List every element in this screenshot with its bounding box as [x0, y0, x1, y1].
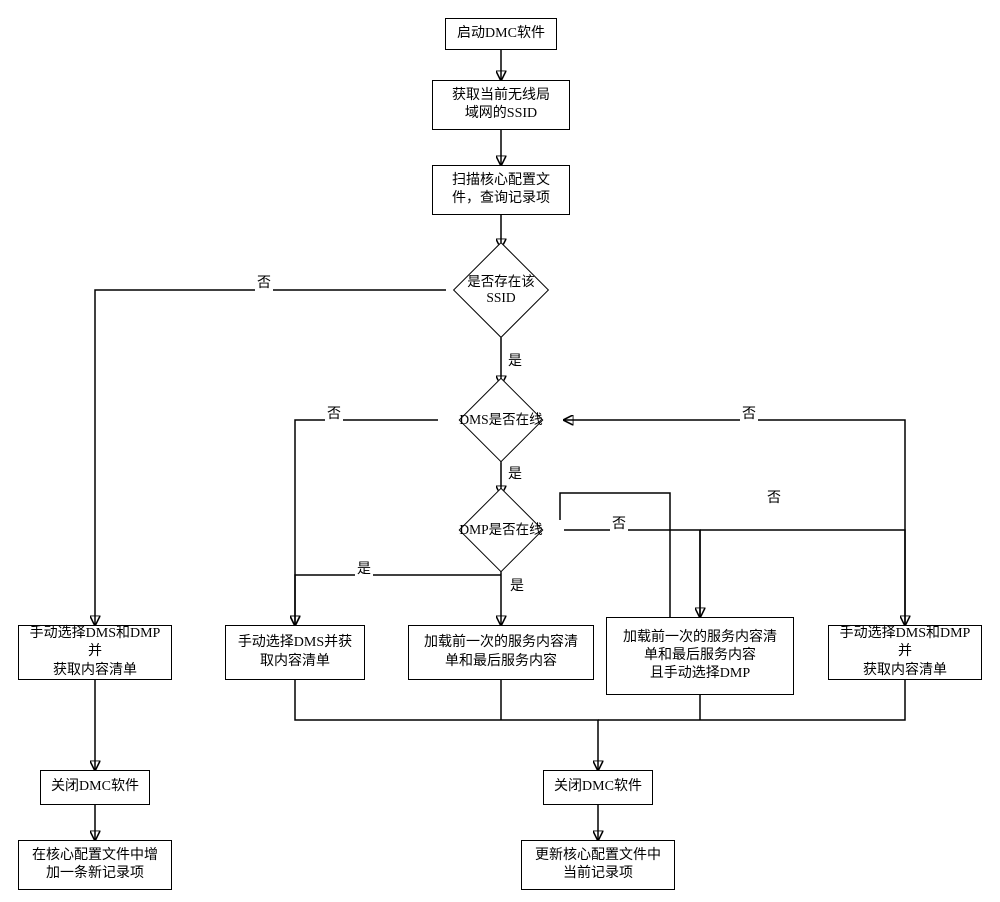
node-load-prev-manual-dmp: 加载前一次的服务内容清单和最后服务内容且手动选择DMP — [606, 617, 794, 695]
node-get-ssid: 获取当前无线局域网的SSID — [432, 80, 570, 130]
label-yes: 是 — [355, 558, 373, 578]
decision-text: 是否存在该SSID — [467, 274, 535, 306]
node-text: 关闭DMC软件 — [554, 778, 642, 796]
node-text: 在核心配置文件中增加一条新记录项 — [32, 847, 158, 883]
node-text: 加载前一次的服务内容清单和最后服务内容且手动选择DMP — [623, 629, 777, 684]
node-close-dmc-right: 关闭DMC软件 — [543, 770, 653, 805]
node-text: 扫描核心配置文件，查询记录项 — [452, 172, 550, 208]
node-add-record: 在核心配置文件中增加一条新记录项 — [18, 840, 172, 890]
node-text: 关闭DMC软件 — [51, 778, 139, 796]
decision-text: DMP是否在线 — [459, 522, 542, 538]
node-manual-dms-dmp-right: 手动选择DMS和DMP并获取内容清单 — [828, 625, 982, 680]
node-text: 手动选择DMS和DMP并获取内容清单 — [25, 625, 165, 680]
node-text: 更新核心配置文件中当前记录项 — [535, 847, 661, 883]
label-yes: 是 — [506, 350, 524, 370]
decision-dmp-online: DMP是否在线 — [438, 495, 564, 565]
node-text: 获取当前无线局域网的SSID — [452, 87, 550, 123]
node-scan-config: 扫描核心配置文件，查询记录项 — [432, 165, 570, 215]
node-text: 加载前一次的服务内容清单和最后服务内容 — [424, 634, 578, 670]
node-text: 启动DMC软件 — [457, 25, 545, 43]
node-manual-dms: 手动选择DMS并获取内容清单 — [225, 625, 365, 680]
node-close-dmc-left: 关闭DMC软件 — [40, 770, 150, 805]
node-start-dmc: 启动DMC软件 — [445, 18, 557, 50]
decision-text: DMS是否在线 — [459, 412, 542, 428]
label-yes: 是 — [506, 463, 524, 483]
label-no: 否 — [325, 403, 343, 423]
label-no: 否 — [610, 513, 628, 533]
node-manual-dms-dmp-left: 手动选择DMS和DMP并获取内容清单 — [18, 625, 172, 680]
label-no: 否 — [255, 272, 273, 292]
label-no: 否 — [740, 403, 758, 423]
node-update-record: 更新核心配置文件中当前记录项 — [521, 840, 675, 890]
decision-ssid-exists: 是否存在该SSID — [446, 248, 556, 332]
label-yes: 是 — [508, 575, 526, 595]
decision-dms-online: DMS是否在线 — [438, 385, 564, 455]
node-text: 手动选择DMS和DMP并获取内容清单 — [835, 625, 975, 680]
label-no: 否 — [765, 487, 783, 507]
node-text: 手动选择DMS并获取内容清单 — [238, 634, 352, 670]
node-load-prev: 加载前一次的服务内容清单和最后服务内容 — [408, 625, 594, 680]
